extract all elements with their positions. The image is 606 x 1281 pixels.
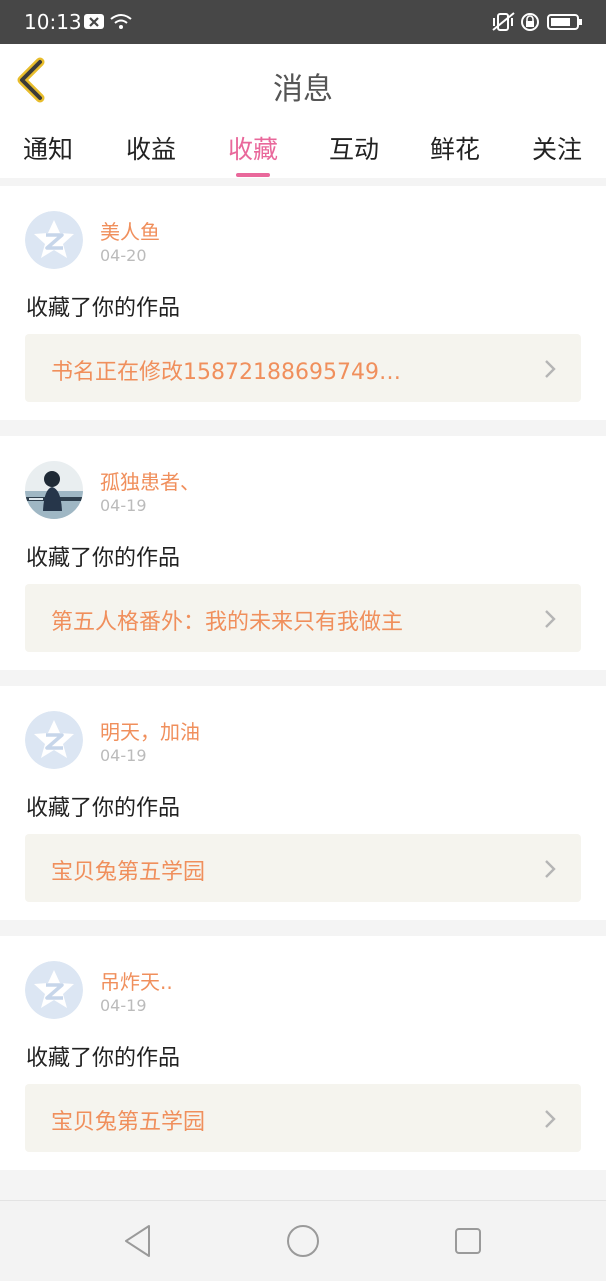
tab-label: 收益 <box>125 135 176 164</box>
avatar[interactable] <box>25 711 83 769</box>
book-title: 宝贝兔第五学园 <box>51 1110 206 1135</box>
nav-home-button[interactable] <box>283 1221 323 1261</box>
book-title: 宝贝兔第五学园 <box>51 860 206 885</box>
active-tab-indicator <box>236 173 270 177</box>
tab-interaction[interactable]: 互动 <box>314 130 394 166</box>
nav-back-button[interactable] <box>118 1221 158 1261</box>
tab-bar: 通知 收益 收藏 互动 鲜花 关注 <box>0 118 606 178</box>
message-card: 孤独患者、 04-19 收藏了你的作品 第五人格番外：我的未来只有我做主 <box>0 436 606 670</box>
book-title: 第五人格番外：我的未来只有我做主 <box>51 610 404 635</box>
triangle-back-icon <box>125 1225 150 1257</box>
default-avatar-icon <box>25 961 83 1019</box>
page-title: 消息 <box>273 72 333 107</box>
nav-recents-button[interactable] <box>448 1221 488 1261</box>
message-card: 吊炸天.. 04-19 收藏了你的作品 宝贝兔第五学园 <box>0 936 606 1170</box>
circle-home-icon <box>287 1225 319 1257</box>
chevron-right-icon <box>545 610 556 628</box>
username[interactable]: 美人鱼 <box>100 216 160 245</box>
tab-label: 鲜花 <box>429 135 480 164</box>
action-text: 收藏了你的作品 <box>26 796 181 821</box>
action-text: 收藏了你的作品 <box>26 546 181 571</box>
status-left-icons <box>84 12 134 36</box>
message-date: 04-19 <box>100 496 147 515</box>
action-text: 收藏了你的作品 <box>26 296 181 321</box>
status-bar: 10:13 <box>0 0 606 44</box>
username[interactable]: 吊炸天.. <box>100 966 173 995</box>
top-app-bar: 消息 <box>0 44 606 119</box>
tab-label: 通知 <box>22 135 73 164</box>
username[interactable]: 孤独患者、 <box>100 466 200 495</box>
avatar[interactable] <box>25 461 83 519</box>
message-card: 明天，加油 04-19 收藏了你的作品 宝贝兔第五学园 <box>0 686 606 920</box>
avatar[interactable] <box>25 961 83 1019</box>
book-link[interactable]: 第五人格番外：我的未来只有我做主 <box>25 584 581 652</box>
status-right-icons <box>492 12 584 36</box>
default-avatar-icon <box>25 211 83 269</box>
message-date: 04-19 <box>100 746 147 765</box>
username[interactable]: 明天，加油 <box>100 716 200 745</box>
tab-favorites[interactable]: 收藏 <box>213 130 293 177</box>
message-date: 04-20 <box>100 246 147 265</box>
chevron-right-icon <box>545 360 556 378</box>
default-avatar-icon <box>25 711 83 769</box>
system-nav-bar <box>0 1200 606 1281</box>
avatar[interactable] <box>25 211 83 269</box>
book-link[interactable]: 宝贝兔第五学园 <box>25 834 581 902</box>
book-link[interactable]: 宝贝兔第五学园 <box>25 1084 581 1152</box>
tab-earnings[interactable]: 收益 <box>111 130 191 166</box>
user-photo-avatar <box>25 461 83 519</box>
tab-notice[interactable]: 通知 <box>8 130 88 166</box>
chevron-right-icon <box>545 860 556 878</box>
message-card: 美人鱼 04-20 收藏了你的作品 书名正在修改15872188695749… <box>0 186 606 420</box>
status-time: 10:13 <box>24 10 82 34</box>
tab-following[interactable]: 关注 <box>517 130 597 166</box>
square-recents-icon <box>455 1228 481 1254</box>
book-title: 书名正在修改15872188695749… <box>51 360 401 385</box>
action-text: 收藏了你的作品 <box>26 1046 181 1071</box>
tab-flowers[interactable]: 鲜花 <box>415 130 495 166</box>
tab-label: 关注 <box>531 135 582 164</box>
notification-wifi-icon <box>84 14 132 29</box>
tab-label: 收藏 <box>227 135 278 164</box>
book-link[interactable]: 书名正在修改15872188695749… <box>25 334 581 402</box>
message-date: 04-19 <box>100 996 147 1015</box>
vibrate-lock-battery-icon <box>492 12 582 31</box>
chevron-right-icon <box>545 1110 556 1128</box>
tab-label: 互动 <box>328 135 379 164</box>
